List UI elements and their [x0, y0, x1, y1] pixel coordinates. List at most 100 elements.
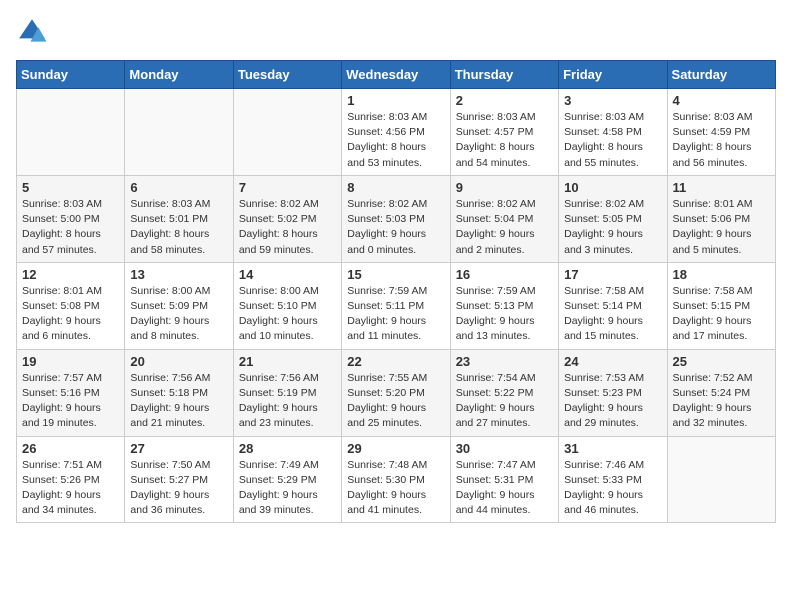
- cell-info: Sunrise: 8:02 AM Sunset: 5:04 PM Dayligh…: [456, 197, 553, 258]
- calendar-header: SundayMondayTuesdayWednesdayThursdayFrid…: [17, 61, 776, 89]
- cell-info: Sunrise: 7:54 AM Sunset: 5:22 PM Dayligh…: [456, 371, 553, 432]
- day-number: 27: [130, 441, 227, 456]
- cell-info: Sunrise: 7:55 AM Sunset: 5:20 PM Dayligh…: [347, 371, 444, 432]
- calendar-cell: [233, 89, 341, 176]
- day-number: 17: [564, 267, 661, 282]
- cell-info: Sunrise: 8:03 AM Sunset: 5:00 PM Dayligh…: [22, 197, 119, 258]
- cell-info: Sunrise: 7:53 AM Sunset: 5:23 PM Dayligh…: [564, 371, 661, 432]
- day-number: 20: [130, 354, 227, 369]
- cell-info: Sunrise: 7:58 AM Sunset: 5:14 PM Dayligh…: [564, 284, 661, 345]
- calendar-cell: [17, 89, 125, 176]
- day-number: 19: [22, 354, 119, 369]
- day-number: 12: [22, 267, 119, 282]
- cell-info: Sunrise: 8:02 AM Sunset: 5:05 PM Dayligh…: [564, 197, 661, 258]
- day-number: 13: [130, 267, 227, 282]
- calendar-cell: 30 Sunrise: 7:47 AM Sunset: 5:31 PM Dayli…: [450, 436, 558, 523]
- calendar-cell: 4Sunrise: 8:03 AM Sunset: 4:59 PM Daylig…: [667, 89, 775, 176]
- cell-info: Sunrise: 7:59 AM Sunset: 5:11 PM Dayligh…: [347, 284, 444, 345]
- calendar-cell: 29Sunrise: 7:48 AM Sunset: 5:30 PM Dayli…: [342, 436, 450, 523]
- calendar-cell: 1 Sunrise: 8:03 AM Sunset: 4:56 PM Daylig…: [342, 89, 450, 176]
- cell-info: Sunrise: 7:51 AM Sunset: 5:26 PM Dayligh…: [22, 458, 119, 519]
- calendar-cell: [125, 89, 233, 176]
- cell-info: Sunrise: 8:03 AM Sunset: 5:01 PM Dayligh…: [130, 197, 227, 258]
- header-row: SundayMondayTuesdayWednesdayThursdayFrid…: [17, 61, 776, 89]
- calendar-cell: 6 Sunrise: 8:03 AM Sunset: 5:01 PM Daylig…: [125, 175, 233, 262]
- calendar-body: 1 Sunrise: 8:03 AM Sunset: 4:56 PM Daylig…: [17, 89, 776, 523]
- cell-info: Sunrise: 8:02 AM Sunset: 5:03 PM Dayligh…: [347, 197, 444, 258]
- header-cell-thursday: Thursday: [450, 61, 558, 89]
- header-cell-monday: Monday: [125, 61, 233, 89]
- calendar-cell: 26 Sunrise: 7:51 AM Sunset: 5:26 PM Dayli…: [17, 436, 125, 523]
- cell-info: Sunrise: 7:56 AM Sunset: 5:18 PM Dayligh…: [130, 371, 227, 432]
- day-number: 5: [22, 180, 119, 195]
- day-number: 1: [347, 93, 444, 108]
- calendar-cell: 10 Sunrise: 8:02 AM Sunset: 5:05 PM Dayli…: [559, 175, 667, 262]
- cell-info: Sunrise: 7:47 AM Sunset: 5:31 PM Dayligh…: [456, 458, 553, 519]
- calendar-cell: 12 Sunrise: 8:01 AM Sunset: 5:08 PM Dayli…: [17, 262, 125, 349]
- cell-info: Sunrise: 7:50 AM Sunset: 5:27 PM Dayligh…: [130, 458, 227, 519]
- calendar-cell: 27 Sunrise: 7:50 AM Sunset: 5:27 PM Dayli…: [125, 436, 233, 523]
- day-number: 24: [564, 354, 661, 369]
- logo: [16, 16, 52, 48]
- day-number: 6: [130, 180, 227, 195]
- cell-info: Sunrise: 8:03 AM Sunset: 4:57 PM Dayligh…: [456, 110, 553, 171]
- header-cell-sunday: Sunday: [17, 61, 125, 89]
- calendar-cell: 18 Sunrise: 7:58 AM Sunset: 5:15 PM Dayli…: [667, 262, 775, 349]
- day-number: 14: [239, 267, 336, 282]
- cell-info: Sunrise: 7:46 AM Sunset: 5:33 PM Dayligh…: [564, 458, 661, 519]
- cell-info: Sunrise: 7:56 AM Sunset: 5:19 PM Dayligh…: [239, 371, 336, 432]
- header-cell-wednesday: Wednesday: [342, 61, 450, 89]
- header-cell-friday: Friday: [559, 61, 667, 89]
- header-cell-tuesday: Tuesday: [233, 61, 341, 89]
- calendar-cell: [667, 436, 775, 523]
- day-number: 3: [564, 93, 661, 108]
- calendar-cell: 20 Sunrise: 7:56 AM Sunset: 5:18 PM Dayli…: [125, 349, 233, 436]
- calendar-cell: 24 Sunrise: 7:53 AM Sunset: 5:23 PM Dayli…: [559, 349, 667, 436]
- day-number: 7: [239, 180, 336, 195]
- day-number: 8: [347, 180, 444, 195]
- day-number: 4: [673, 93, 770, 108]
- calendar-cell: 8 Sunrise: 8:02 AM Sunset: 5:03 PM Daylig…: [342, 175, 450, 262]
- cell-info: Sunrise: 7:58 AM Sunset: 5:15 PM Dayligh…: [673, 284, 770, 345]
- calendar-cell: 16 Sunrise: 7:59 AM Sunset: 5:13 PM Dayli…: [450, 262, 558, 349]
- cell-info: Sunrise: 7:59 AM Sunset: 5:13 PM Dayligh…: [456, 284, 553, 345]
- calendar-cell: 2Sunrise: 8:03 AM Sunset: 4:57 PM Daylig…: [450, 89, 558, 176]
- cell-info: Sunrise: 8:02 AM Sunset: 5:02 PM Dayligh…: [239, 197, 336, 258]
- day-number: 29: [347, 441, 444, 456]
- calendar-table: SundayMondayTuesdayWednesdayThursdayFrid…: [16, 60, 776, 523]
- day-number: 10: [564, 180, 661, 195]
- cell-info: Sunrise: 8:03 AM Sunset: 4:58 PM Dayligh…: [564, 110, 661, 171]
- cell-info: Sunrise: 7:57 AM Sunset: 5:16 PM Dayligh…: [22, 371, 119, 432]
- calendar-cell: 25Sunrise: 7:52 AM Sunset: 5:24 PM Dayli…: [667, 349, 775, 436]
- cell-info: Sunrise: 7:49 AM Sunset: 5:29 PM Dayligh…: [239, 458, 336, 519]
- calendar-cell: 19 Sunrise: 7:57 AM Sunset: 5:16 PM Dayli…: [17, 349, 125, 436]
- calendar-cell: 7 Sunrise: 8:02 AM Sunset: 5:02 PM Daylig…: [233, 175, 341, 262]
- day-number: 31: [564, 441, 661, 456]
- day-number: 28: [239, 441, 336, 456]
- calendar-cell: 5 Sunrise: 8:03 AM Sunset: 5:00 PM Daylig…: [17, 175, 125, 262]
- cell-info: Sunrise: 8:01 AM Sunset: 5:06 PM Dayligh…: [673, 197, 770, 258]
- calendar-week-1: 1 Sunrise: 8:03 AM Sunset: 4:56 PM Daylig…: [17, 89, 776, 176]
- header-cell-saturday: Saturday: [667, 61, 775, 89]
- day-number: 9: [456, 180, 553, 195]
- calendar-cell: 14Sunrise: 8:00 AM Sunset: 5:10 PM Dayli…: [233, 262, 341, 349]
- calendar-cell: 31 Sunrise: 7:46 AM Sunset: 5:33 PM Dayli…: [559, 436, 667, 523]
- day-number: 30: [456, 441, 553, 456]
- header: [16, 16, 776, 48]
- calendar-cell: 11Sunrise: 8:01 AM Sunset: 5:06 PM Dayli…: [667, 175, 775, 262]
- day-number: 16: [456, 267, 553, 282]
- logo-icon: [16, 16, 48, 48]
- calendar-cell: 3 Sunrise: 8:03 AM Sunset: 4:58 PM Daylig…: [559, 89, 667, 176]
- cell-info: Sunrise: 8:01 AM Sunset: 5:08 PM Dayligh…: [22, 284, 119, 345]
- calendar-cell: 28 Sunrise: 7:49 AM Sunset: 5:29 PM Dayli…: [233, 436, 341, 523]
- calendar-cell: 9 Sunrise: 8:02 AM Sunset: 5:04 PM Daylig…: [450, 175, 558, 262]
- cell-info: Sunrise: 8:00 AM Sunset: 5:09 PM Dayligh…: [130, 284, 227, 345]
- day-number: 15: [347, 267, 444, 282]
- day-number: 26: [22, 441, 119, 456]
- cell-info: Sunrise: 7:52 AM Sunset: 5:24 PM Dayligh…: [673, 371, 770, 432]
- cell-info: Sunrise: 8:03 AM Sunset: 4:56 PM Dayligh…: [347, 110, 444, 171]
- calendar-cell: 17 Sunrise: 7:58 AM Sunset: 5:14 PM Dayli…: [559, 262, 667, 349]
- day-number: 18: [673, 267, 770, 282]
- calendar-cell: 15 Sunrise: 7:59 AM Sunset: 5:11 PM Dayli…: [342, 262, 450, 349]
- day-number: 22: [347, 354, 444, 369]
